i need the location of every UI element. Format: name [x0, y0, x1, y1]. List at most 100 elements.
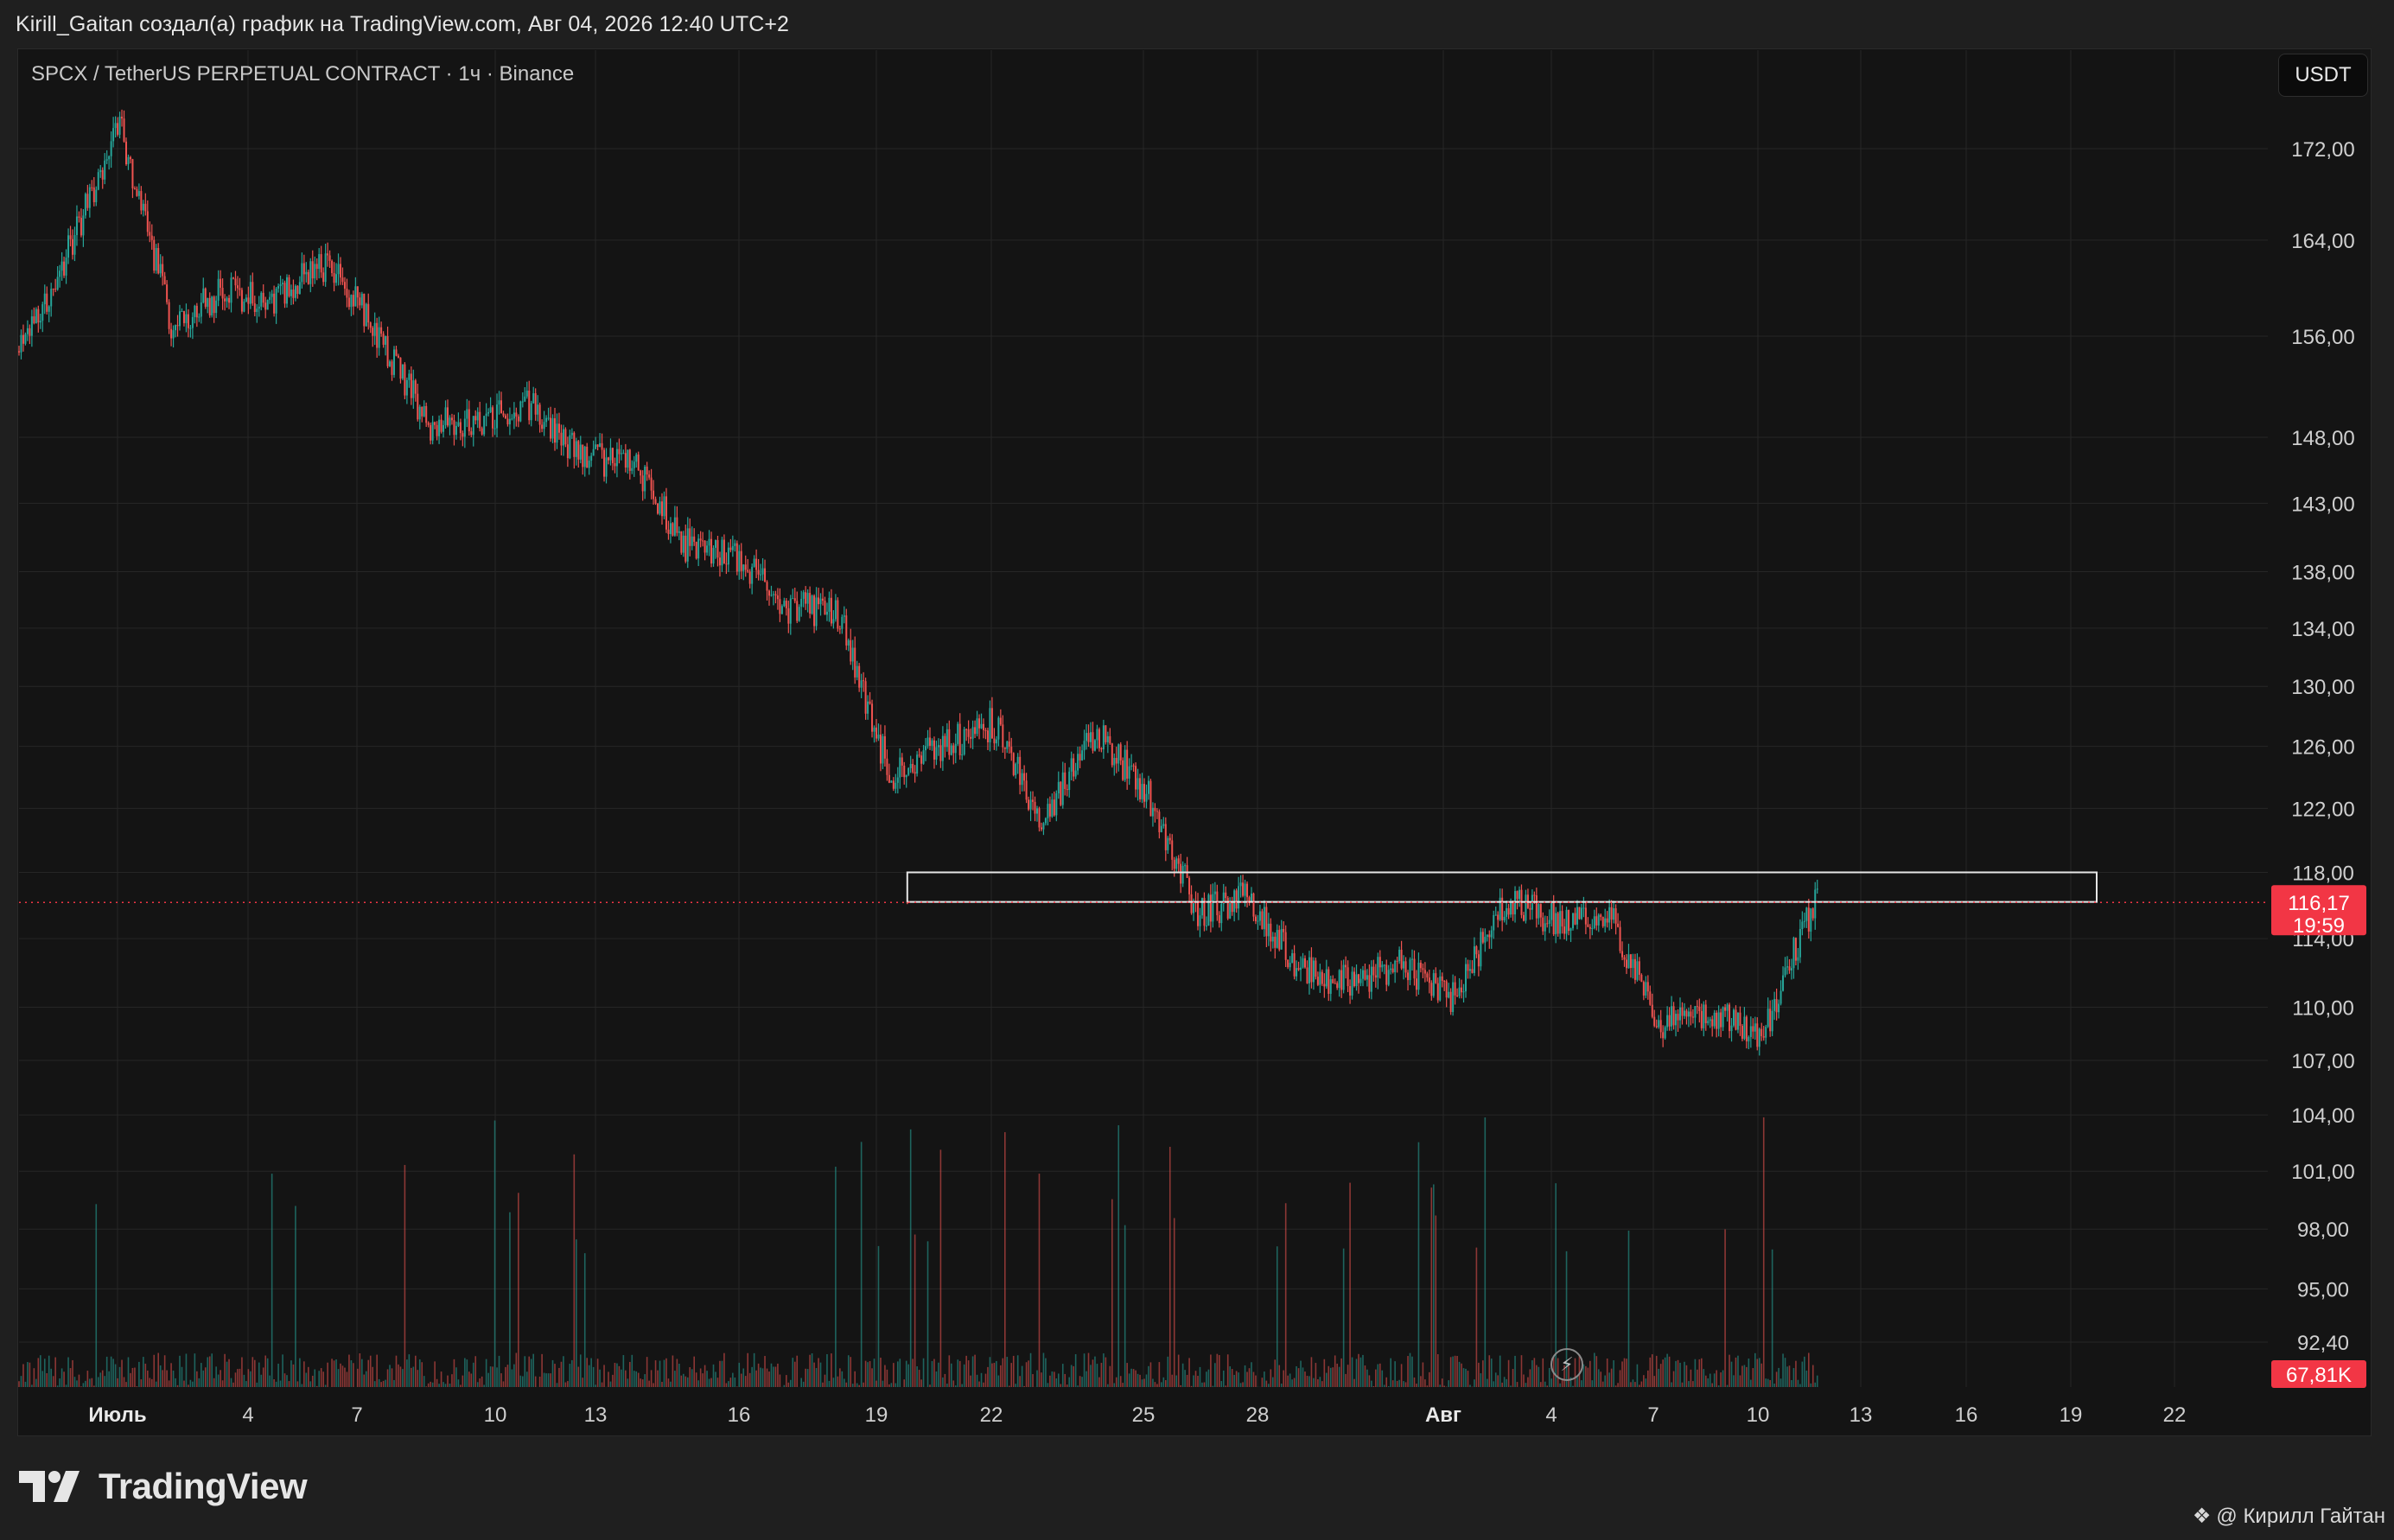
candle-body: [883, 735, 886, 759]
volume-bar: [1788, 1365, 1791, 1387]
volume-bar: [680, 1375, 683, 1387]
volume-bar: [1685, 1365, 1688, 1387]
candle-body: [1435, 973, 1437, 983]
chart-svg[interactable]: 172,00164,00156,00148,00143,00138,00134,…: [0, 0, 2394, 1540]
candle-body: [443, 424, 445, 432]
volume-bar: [873, 1359, 875, 1387]
volume-bar: [678, 1363, 680, 1387]
volume-bar: [1326, 1372, 1328, 1387]
volume-bar: [740, 1373, 742, 1387]
volume-bar: [427, 1383, 430, 1387]
candle-body: [63, 261, 66, 276]
candle-body: [1218, 915, 1220, 924]
candle-body: [1090, 732, 1092, 742]
volume-bar: [202, 1370, 205, 1387]
candle-body: [1640, 974, 1643, 983]
volume-bar: [916, 1366, 918, 1387]
volume-bar: [1061, 1364, 1064, 1387]
price-tick-label: 148,00: [2291, 427, 2354, 450]
candle-body: [901, 757, 903, 766]
volume-bar: [1529, 1369, 1531, 1387]
volume-bar: [1362, 1354, 1364, 1387]
candle-body: [1419, 962, 1422, 969]
candle-body: [65, 258, 67, 276]
symbol-legend[interactable]: SPCX / TetherUS PERPETUAL CONTRACT · 1ч …: [31, 62, 574, 86]
candle-body: [1510, 901, 1512, 915]
time-axis: Июль 4 7 10 13 16 19 22 25 28 Авг 4 7 10 13 16 19 22: [88, 1403, 2186, 1427]
candle-body: [294, 285, 296, 298]
volume-bar: [1465, 1368, 1467, 1387]
candle-body: [550, 417, 552, 439]
volume-bar: [1068, 1377, 1070, 1387]
time-tick-label: 19: [2060, 1403, 2083, 1427]
volume-bar: [631, 1354, 634, 1387]
candle-body: [1199, 915, 1201, 926]
volume-bar: [357, 1368, 359, 1387]
volume-bar: [980, 1372, 983, 1387]
candle-body: [508, 418, 511, 425]
volume-bar: [335, 1359, 337, 1387]
candle-body: [537, 404, 539, 415]
volume-bar: [860, 1142, 863, 1387]
candle-body: [667, 529, 670, 534]
candle-body: [1805, 907, 1808, 921]
lightning-icon[interactable]: ⚡: [1550, 1348, 1583, 1381]
volume-bar: [41, 1371, 44, 1387]
volume-bar: [134, 1367, 136, 1387]
candle-body: [67, 235, 70, 258]
volume-bar: [1025, 1362, 1028, 1387]
volume-bar: [168, 1380, 170, 1387]
volume-bar: [1510, 1385, 1512, 1387]
candle-body: [879, 735, 882, 764]
candle-body: [1587, 924, 1589, 927]
volume-bar: [1132, 1369, 1135, 1387]
candle-body: [678, 531, 680, 533]
volume-bar: [1627, 1231, 1630, 1387]
volume-bar: [1805, 1370, 1808, 1387]
candle-body: [895, 782, 897, 789]
candle-body: [333, 273, 335, 283]
volume-bar: [283, 1373, 286, 1387]
candle-body: [1252, 893, 1255, 917]
volume-bar: [946, 1384, 948, 1387]
candle-body: [335, 274, 338, 283]
candle-body: [673, 517, 676, 536]
volume-bar: [1015, 1384, 1016, 1387]
volume-bar: [1079, 1376, 1081, 1387]
volume-bar: [1422, 1362, 1424, 1387]
candle-body: [1730, 1025, 1733, 1032]
volume-bar: [1139, 1374, 1141, 1387]
candle-body: [813, 595, 816, 627]
candle-body: [502, 413, 505, 416]
candle-body: [708, 538, 710, 546]
volume-bar: [1342, 1248, 1345, 1387]
volume-bar: [1507, 1359, 1510, 1387]
candle-body: [1263, 907, 1265, 930]
volume-bar: [1514, 1355, 1516, 1387]
candle-body: [1025, 780, 1028, 800]
volume-bar: [1083, 1353, 1086, 1387]
candle-body: [104, 160, 106, 180]
author-credit[interactable]: ❖ @ Кирилл Гайтан: [2193, 1504, 2385, 1529]
candle-body: [1760, 1028, 1763, 1036]
time-tick-label: 28: [1246, 1403, 1270, 1427]
currency-button[interactable]: USDT: [2278, 54, 2368, 97]
volume-bar: [1094, 1356, 1096, 1387]
candle-body: [476, 411, 479, 421]
volume-bar: [1640, 1381, 1643, 1387]
candle-body: [554, 417, 556, 443]
candle-body: [1413, 958, 1416, 979]
volume-bar: [466, 1359, 468, 1387]
candle-body: [672, 523, 674, 536]
volume-bar: [502, 1381, 505, 1387]
volume-bar: [118, 1366, 121, 1387]
candle-body: [215, 300, 218, 314]
volume-bar: [1117, 1125, 1120, 1387]
candle-body: [1465, 964, 1467, 992]
candle-body: [663, 496, 665, 517]
candle-body: [431, 422, 434, 441]
candle-body: [637, 454, 640, 471]
volume-bar: [1113, 1383, 1116, 1387]
candle-body: [1239, 882, 1242, 887]
candle-body: [1454, 982, 1456, 996]
